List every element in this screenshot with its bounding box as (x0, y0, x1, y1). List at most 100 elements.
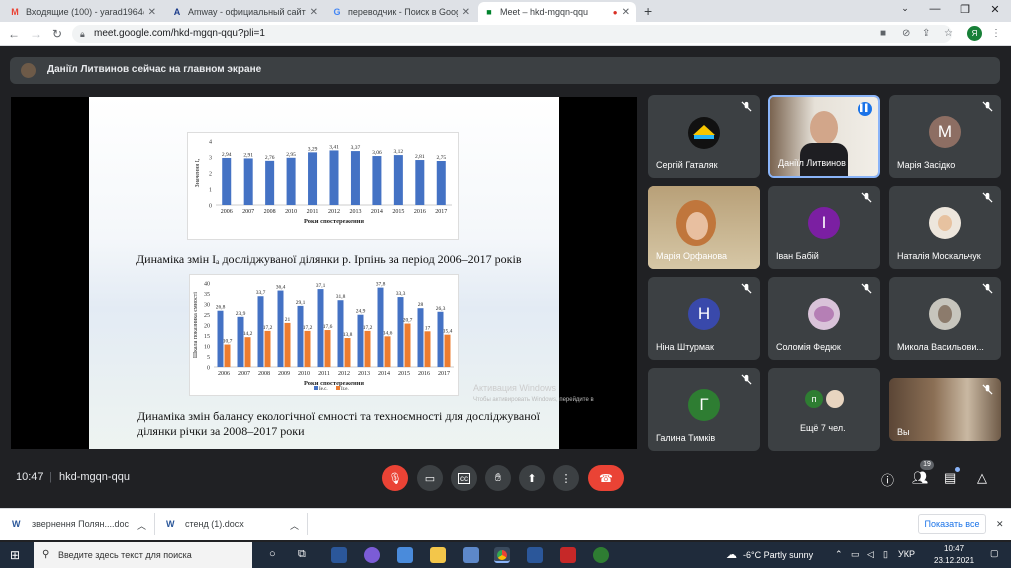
activities-icon[interactable]: △ (977, 470, 987, 486)
raise-hand-button[interactable]: ✋︎ (485, 465, 511, 491)
x-tick-label: 2010 (298, 371, 310, 377)
taskbar-search[interactable]: ⚲ Введите здесь текст для поиска (34, 542, 252, 568)
close-tab-icon[interactable]: ✕ (462, 7, 470, 18)
participant-tile[interactable]: Сергій Гаталяк (648, 95, 760, 178)
people-tray-icon[interactable]: ⌃ (835, 549, 843, 560)
participant-tile[interactable]: ▌▌ Даніїл Литвинов (768, 95, 880, 178)
close-icon[interactable]: ✕ (996, 519, 1004, 530)
tab-search-icon[interactable]: ⌄ (890, 3, 920, 14)
participant-name: Микола Васильови... (897, 342, 984, 352)
tab-amway[interactable]: A Amway - официальный сайт и и ✕ (166, 2, 324, 22)
captions-button[interactable]: cc (451, 465, 477, 491)
network-icon[interactable]: ▭ (851, 549, 860, 560)
close-tab-icon[interactable]: ✕ (310, 7, 318, 18)
battery-icon[interactable]: ▯ (883, 549, 888, 560)
tab-gmail[interactable]: M Входящие (100) - yarad1964@gm ✕ (4, 2, 162, 22)
participant-tile[interactable]: Наталія Москальчук (889, 186, 1001, 269)
mic-toggle-button[interactable]: 🎙︎ (382, 465, 408, 491)
mic-off-icon (741, 283, 752, 294)
more-vert-icon: ⋮ (560, 472, 572, 485)
save-app-icon[interactable] (331, 547, 347, 563)
x-tick-label: 2008 (264, 209, 276, 215)
app-icon[interactable] (593, 547, 609, 563)
weather-text[interactable]: -6°C Partly sunny (743, 550, 813, 560)
close-tab-icon[interactable]: ✕ (622, 7, 630, 18)
cortana-icon[interactable]: ○ (269, 548, 276, 560)
notifications-blocked-icon[interactable]: ⊘ (902, 28, 910, 39)
google-icon: G (333, 7, 341, 17)
clock-date[interactable]: 23.12.2021 (934, 556, 974, 565)
bar (393, 155, 403, 205)
x-axis-label: Роки спостереження (304, 218, 365, 225)
participant-tile[interactable]: Н Ніна Штурмак (648, 277, 760, 360)
show-all-button[interactable]: Показать все (918, 514, 986, 534)
presentation-area[interactable]: 0 1 2 3 4 2,94 2006 2,91 2007 2,76 2008 2,95 2010 3,2… (11, 97, 637, 449)
tab-meet[interactable]: ■ Meet – hkd-mgqn-qqu ● ✕ (478, 2, 636, 22)
profile-avatar[interactable]: Я (967, 26, 982, 41)
menu-icon[interactable]: ⋮ (991, 28, 1001, 39)
bookmark-star-icon[interactable]: ☆ (944, 28, 953, 39)
forward-icon[interactable]: → (30, 27, 42, 41)
mic-off-icon (982, 384, 993, 395)
participant-photo (929, 207, 961, 239)
windows-start-icon[interactable]: ⊞ (10, 548, 20, 562)
word-file-icon: W (166, 519, 175, 529)
mic-off-icon: 🎙︎ (388, 472, 402, 485)
self-tile[interactable]: Вы (889, 378, 1001, 441)
close-window-icon[interactable]: ✕ (980, 3, 1010, 16)
chat-icon[interactable]: ▤ (944, 470, 956, 486)
x-axis-label: Роки спостереження (304, 380, 365, 387)
participant-face (810, 111, 838, 145)
app-icon[interactable] (560, 547, 576, 563)
more-options-button[interactable]: ⋮ (553, 465, 579, 491)
download-item[interactable]: стенд (1).docx (185, 519, 244, 529)
speaker-icon[interactable]: ◁ (867, 549, 874, 560)
present-button[interactable]: ⬆︎ (519, 465, 545, 491)
calculator-icon[interactable] (397, 547, 413, 563)
address-bar[interactable]: meet.google.com/hkd-mgqn-qqu?pli=1 (72, 25, 952, 43)
camera-icon[interactable]: ■ (880, 28, 886, 39)
participant-tile[interactable]: Соломія Федюк (768, 277, 880, 360)
lock-icon[interactable]: 🔒︎ (80, 29, 85, 40)
gmail-icon: M (11, 7, 19, 17)
tab-google-search[interactable]: G переводчик - Поиск в Google ✕ (326, 2, 476, 22)
notifications-icon[interactable]: ▢ (990, 548, 999, 559)
bar (286, 157, 296, 205)
word-icon[interactable] (527, 547, 543, 563)
share-icon[interactable]: ⇪ (922, 28, 930, 39)
camera-toggle-button[interactable]: ▭ (417, 465, 443, 491)
participant-tile[interactable]: Микола Васильови... (889, 277, 1001, 360)
reload-icon[interactable]: ↻ (52, 27, 62, 41)
minimize-icon[interactable]: — (920, 3, 950, 15)
participant-tile[interactable]: Марія Орфанова (648, 186, 760, 269)
new-tab-icon[interactable]: + (644, 3, 652, 19)
clock-time[interactable]: 10:47 (944, 544, 964, 553)
app-icon[interactable] (463, 547, 479, 563)
back-icon[interactable]: ← (8, 27, 20, 41)
chrome-icon[interactable] (494, 547, 510, 563)
participant-name: Іван Бабій (776, 251, 819, 261)
bar (224, 344, 231, 367)
people-icon[interactable]: 👥︎ (912, 470, 929, 486)
download-item[interactable]: звернення Полян....doc (32, 519, 129, 529)
leave-call-button[interactable]: ☎︎ (588, 465, 624, 491)
activation-title: Активация Windows (473, 383, 556, 393)
weather-icon[interactable]: ☁︎ (726, 548, 737, 561)
file-explorer-icon[interactable] (430, 547, 446, 563)
viber-icon[interactable] (364, 547, 380, 563)
chevron-up-icon[interactable]: ︿ (290, 519, 299, 532)
language-indicator[interactable]: УКР (898, 549, 915, 559)
chevron-up-icon[interactable]: ︿ (137, 519, 146, 532)
participant-name: Наталія Москальчук (897, 251, 981, 261)
info-icon[interactable]: ⓘ (881, 470, 894, 489)
downloads-bar: W звернення Полян....doc ︿ W стенд (1).d… (0, 508, 1011, 540)
participant-tile[interactable]: Г Галина Тимків (648, 368, 760, 451)
participant-tile[interactable]: M Марія Засідко (889, 95, 1001, 178)
divider (307, 513, 308, 535)
task-view-icon[interactable]: ⧉ (298, 548, 306, 561)
maximize-icon[interactable]: ❐ (950, 3, 980, 16)
participant-tile[interactable]: I Іван Бабій (768, 186, 880, 269)
close-tab-icon[interactable]: ✕ (148, 7, 156, 18)
y-tick-label: 1 (209, 188, 212, 194)
participant-tile-more[interactable]: п Ещё 7 чел. (768, 368, 880, 451)
